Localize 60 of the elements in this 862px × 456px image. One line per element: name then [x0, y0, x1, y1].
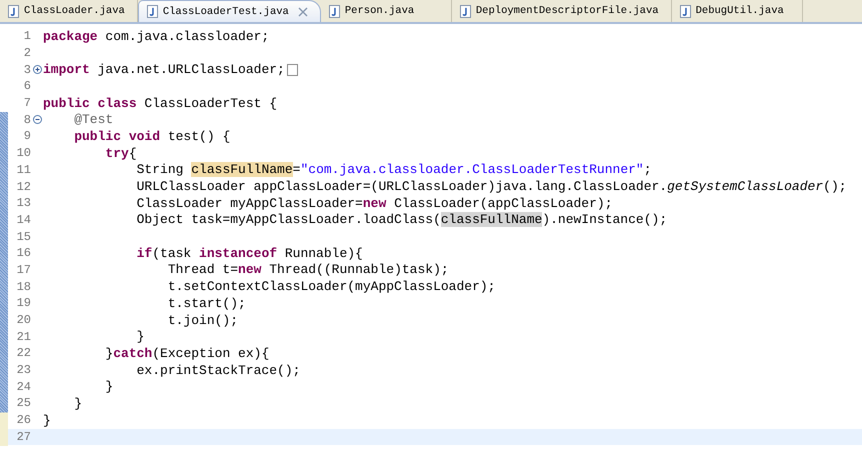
- code-line: public class ClassLoaderTest {: [43, 96, 278, 111]
- line-number: 26: [16, 413, 31, 428]
- code-line: }: [43, 412, 51, 428]
- line-number: 25: [16, 396, 31, 410]
- code-line: URLClassLoader appClassLoader=(URLClassLoader)java.lang.ClassLoader.getSystemClassLoader();: [136, 179, 847, 194]
- collapse-icon[interactable]: [32, 115, 42, 124]
- editor-tab[interactable]: DebugUtil.java: [672, 0, 803, 22]
- folded-code-marker[interactable]: [286, 64, 298, 76]
- line-number: 10: [16, 146, 31, 160]
- code-line: }: [73, 396, 82, 411]
- expand-icon[interactable]: [32, 65, 42, 74]
- line-number: 20: [16, 313, 31, 328]
- editor-tab[interactable]: ClassLoader.java: [0, 0, 138, 22]
- line-number: 11: [16, 162, 31, 177]
- editor-tab[interactable]: DeploymentDescriptorFile.java: [452, 0, 672, 22]
- code-line: @Test: [73, 112, 114, 128]
- java-file-icon: [460, 4, 471, 18]
- code-line: t.join();: [166, 312, 238, 328]
- java-file-icon: [680, 4, 691, 18]
- code-line: ex.printStackTrace();: [136, 362, 300, 378]
- code-line: import java.net.URLClassLoader;: [43, 62, 285, 78]
- code-line: package com.java.classloader;: [43, 28, 270, 44]
- line-number: 24: [16, 380, 31, 394]
- line-number: 12: [16, 180, 31, 194]
- line-number: 17: [16, 262, 31, 277]
- java-file-icon: [8, 4, 19, 18]
- line-number: 3: [22, 62, 31, 77]
- code-line: ClassLoader myAppClassLoader=new ClassLoader(appClassLoader);: [136, 196, 613, 211]
- editor-tab[interactable]: Person.java: [320, 0, 452, 22]
- line-number: 18: [16, 280, 31, 294]
- code-line: try{: [104, 146, 137, 161]
- code-line: Thread t=new Thread((Runnable)task);: [166, 262, 449, 278]
- line-number: 23: [16, 363, 31, 378]
- line-number: 21: [16, 330, 31, 344]
- code-line: }: [104, 379, 114, 394]
- line-number: 6: [22, 79, 31, 94]
- line-number: 9: [22, 129, 31, 144]
- line-number: 13: [16, 196, 31, 210]
- line-number: 14: [16, 212, 31, 227]
- line-number: 7: [22, 96, 31, 110]
- code-line: }: [136, 329, 144, 344]
- code-line: public void test() {: [73, 128, 230, 144]
- code-line: Object task=myAppClassLoader.loadClass(classFullName).newInstance();: [136, 212, 668, 228]
- close-icon[interactable]: [298, 6, 308, 16]
- line-number: 15: [16, 230, 31, 244]
- editor-tab[interactable]: ClassLoaderTest.java: [138, 0, 321, 22]
- java-file-icon: [328, 4, 340, 18]
- line-number: 22: [16, 346, 31, 360]
- code-line: }catch(Exception ex){: [104, 346, 270, 361]
- code-line: t.setContextClassLoader(myAppClassLoader);: [166, 279, 496, 294]
- line-number: 8: [22, 112, 31, 127]
- java-file-icon: [146, 5, 158, 18]
- code-line: String classFullName="com.java.classloader.ClassLoaderTestRunner";: [136, 162, 652, 178]
- code-line: if(task instanceof Runnable){: [136, 246, 363, 261]
- line-number: 27: [16, 430, 31, 444]
- code-line: t.start();: [166, 296, 246, 311]
- line-number: 1: [22, 29, 31, 44]
- line-number: 19: [16, 296, 31, 310]
- line-number: 16: [16, 246, 31, 260]
- line-number: 2: [22, 46, 31, 60]
